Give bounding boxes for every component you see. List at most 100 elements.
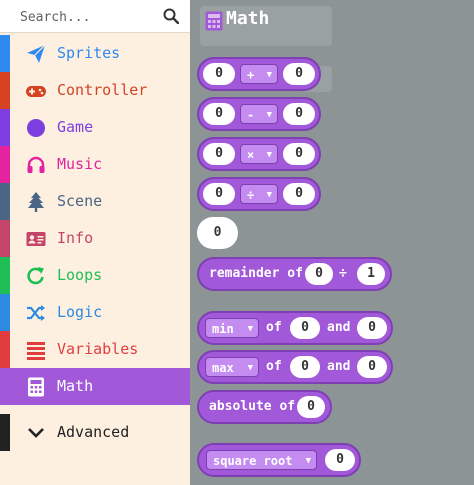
operator-dropdown[interactable]: × ▼ bbox=[240, 144, 278, 164]
math-square-root-block[interactable]: square root ▼ 0 bbox=[197, 443, 361, 477]
category-color-bar bbox=[0, 183, 10, 220]
makecode-editor: Sprites Controller Game Music Scene Info bbox=[0, 0, 474, 485]
number-input[interactable]: 0 bbox=[283, 63, 315, 85]
block-label: absolute of bbox=[209, 399, 296, 414]
block-label: and bbox=[327, 359, 351, 374]
operator-dropdown[interactable]: ÷ ▼ bbox=[240, 184, 278, 204]
number-input[interactable]: 0 bbox=[203, 63, 235, 85]
math-number-block[interactable]: 0 bbox=[197, 217, 238, 249]
category-color-bar bbox=[0, 109, 10, 146]
number-input[interactable]: 0 bbox=[283, 143, 315, 165]
category-label: Game bbox=[57, 118, 94, 136]
function-dropdown[interactable]: max ▼ bbox=[205, 357, 259, 377]
block-label: of bbox=[266, 320, 282, 335]
operator-label: × bbox=[247, 148, 255, 162]
category-scene[interactable]: Scene bbox=[0, 183, 190, 220]
category-color-bar bbox=[0, 331, 10, 368]
math-max-block[interactable]: max ▼ of 0 and 0 bbox=[197, 350, 393, 384]
function-label: max bbox=[212, 361, 234, 375]
id-card-icon bbox=[26, 232, 46, 246]
operator-dropdown[interactable]: + ▼ bbox=[240, 64, 278, 84]
number-input[interactable]: 0 bbox=[203, 183, 235, 205]
search-icon[interactable] bbox=[163, 8, 179, 24]
category-variables[interactable]: Variables bbox=[0, 331, 190, 368]
loop-icon bbox=[27, 267, 44, 285]
category-label: Loops bbox=[57, 266, 103, 284]
math-add-block[interactable]: 0 + ▼ 0 bbox=[197, 57, 321, 91]
category-label: Scene bbox=[57, 192, 103, 210]
category-label: Sprites bbox=[57, 44, 121, 62]
block-label: of bbox=[266, 359, 282, 374]
number-input[interactable]: 0 bbox=[203, 143, 235, 165]
search-input[interactable] bbox=[20, 7, 155, 27]
calculator-icon bbox=[205, 11, 223, 31]
category-label: Advanced bbox=[57, 423, 130, 441]
category-label: Music bbox=[57, 155, 103, 173]
dropdown-arrow-icon: ▼ bbox=[266, 150, 272, 160]
flyout-title-text: Math bbox=[226, 8, 270, 29]
math-absolute-block[interactable]: absolute of 0 bbox=[197, 390, 332, 424]
toolbox-search bbox=[0, 0, 190, 33]
category-color-bar bbox=[0, 257, 10, 294]
function-dropdown[interactable]: square root ▼ bbox=[206, 450, 317, 470]
dropdown-arrow-icon: ▼ bbox=[247, 324, 253, 334]
math-remainder-block[interactable]: remainder of 0 ÷ 1 bbox=[197, 257, 392, 291]
function-label: square root bbox=[213, 454, 293, 468]
operator-dropdown[interactable]: - ▼ bbox=[240, 104, 278, 124]
category-advanced[interactable]: Advanced bbox=[0, 414, 190, 451]
category-color-bar bbox=[0, 35, 10, 72]
calculator-icon bbox=[28, 377, 44, 397]
category-color-bar bbox=[0, 368, 10, 405]
operator-label: ÷ bbox=[247, 188, 255, 202]
dropdown-arrow-icon: ▼ bbox=[266, 190, 272, 200]
dropdown-arrow-icon: ▼ bbox=[266, 110, 272, 120]
category-color-bar bbox=[0, 146, 10, 183]
tree-icon bbox=[28, 192, 44, 212]
category-sprites[interactable]: Sprites bbox=[0, 35, 190, 72]
number-input[interactable]: 0 bbox=[203, 103, 235, 125]
category-loops[interactable]: Loops bbox=[0, 257, 190, 294]
category-logic[interactable]: Logic bbox=[0, 294, 190, 331]
number-input[interactable]: 0 bbox=[357, 317, 387, 339]
category-controller[interactable]: Controller bbox=[0, 72, 190, 109]
number-input[interactable]: 0 bbox=[357, 356, 387, 378]
gamepad-icon bbox=[26, 86, 46, 97]
function-dropdown[interactable]: min ▼ bbox=[205, 318, 259, 338]
category-math[interactable]: Math bbox=[0, 368, 190, 405]
number-input[interactable]: 0 bbox=[290, 317, 320, 339]
number-input[interactable]: 0 bbox=[283, 183, 315, 205]
paper-plane-icon bbox=[27, 44, 46, 63]
category-color-bar bbox=[0, 294, 10, 331]
category-music[interactable]: Music bbox=[0, 146, 190, 183]
number-input[interactable]: 0 bbox=[305, 263, 333, 285]
math-subtract-block[interactable]: 0 - ▼ 0 bbox=[197, 97, 321, 131]
category-label: Math bbox=[57, 377, 94, 395]
dropdown-arrow-icon: ▼ bbox=[305, 456, 311, 466]
category-info[interactable]: Info bbox=[0, 220, 190, 257]
number-input[interactable]: 0 bbox=[290, 356, 320, 378]
category-color-bar bbox=[0, 414, 10, 451]
category-color-bar bbox=[0, 220, 10, 257]
dropdown-arrow-icon: ▼ bbox=[247, 363, 253, 373]
block-label: remainder of bbox=[209, 266, 303, 281]
function-label: min bbox=[212, 322, 234, 336]
category-label: Logic bbox=[57, 303, 103, 321]
category-label: Info bbox=[57, 229, 94, 247]
number-input[interactable]: 0 bbox=[325, 449, 355, 471]
chevron-down-icon bbox=[28, 428, 44, 438]
category-color-bar bbox=[0, 72, 10, 109]
circle-icon bbox=[27, 119, 45, 137]
dropdown-arrow-icon: ▼ bbox=[266, 70, 272, 80]
number-input[interactable]: 0 bbox=[283, 103, 315, 125]
math-divide-block[interactable]: 0 ÷ ▼ 0 bbox=[197, 177, 321, 211]
number-input[interactable]: 0 bbox=[297, 396, 325, 418]
headphones-icon bbox=[27, 156, 45, 173]
flyout-title: Math bbox=[205, 8, 335, 48]
category-label: Controller bbox=[57, 81, 148, 99]
number-input[interactable]: 1 bbox=[357, 263, 385, 285]
math-multiply-block[interactable]: 0 × ▼ 0 bbox=[197, 137, 321, 171]
divide-symbol: ÷ bbox=[339, 266, 347, 281]
math-min-block[interactable]: min ▼ of 0 and 0 bbox=[197, 311, 393, 345]
category-game[interactable]: Game bbox=[0, 109, 190, 146]
operator-label: + bbox=[247, 68, 255, 82]
